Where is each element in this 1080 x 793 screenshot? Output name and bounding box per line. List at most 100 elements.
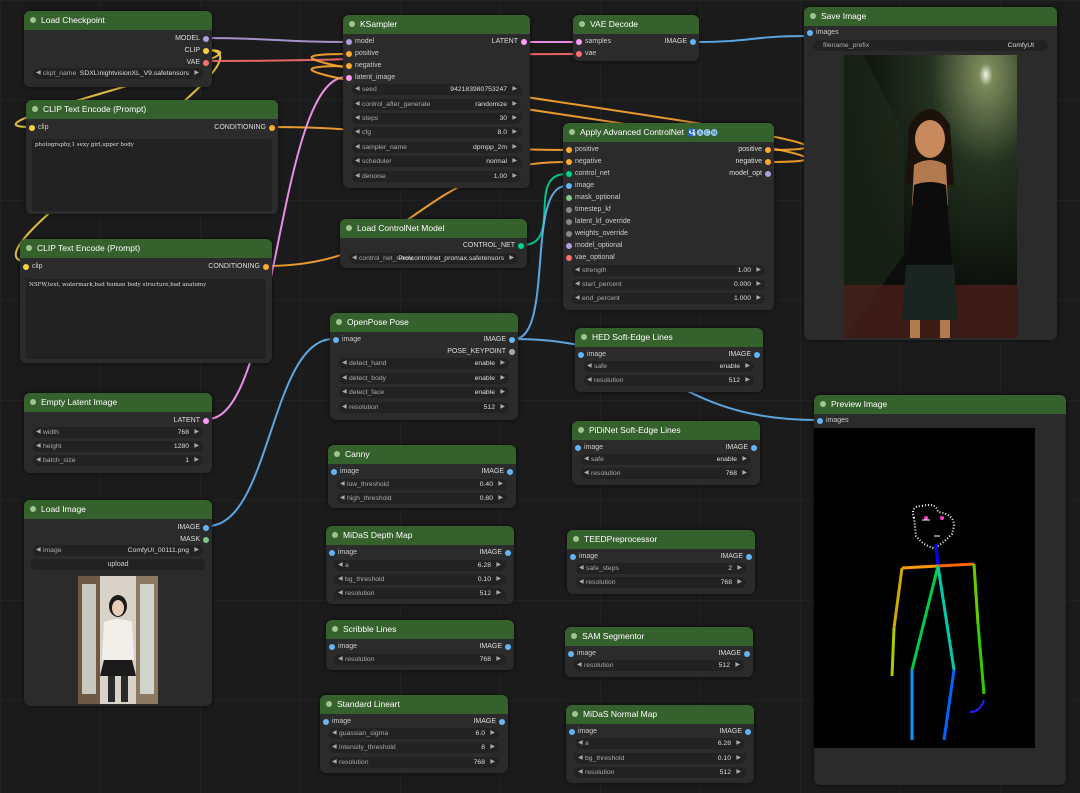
detect-face-widget[interactable]: ◀ detect_face enable ▶ [339,387,509,398]
arrow-right-icon[interactable]: ▶ [496,560,501,571]
arrow-right-icon[interactable]: ▶ [512,142,517,153]
arrow-right-icon[interactable]: ▶ [490,742,495,753]
upload-button[interactable]: upload [31,559,205,570]
low-threshold-widget[interactable]: ◀ low_threshold 0.40 ▶ [337,479,507,490]
input-socket-image[interactable] [331,469,337,475]
arrow-right-icon[interactable]: ▶ [490,728,495,739]
resolution-widget[interactable]: ◀ resolution 768 ▶ [581,468,751,479]
collapse-dot[interactable] [26,245,32,251]
arrow-left-icon[interactable]: ◀ [575,293,580,304]
node-openpose-pose[interactable]: OpenPose Pose image IMAGE POSE_KEYPOINT ◀… [330,313,518,420]
arrow-right-icon[interactable]: ▶ [512,127,517,138]
arrow-right-icon[interactable]: ▶ [736,738,741,749]
arrow-left-icon[interactable]: ◀ [340,493,345,504]
arrow-left-icon[interactable]: ◀ [342,387,347,398]
collapse-dot[interactable] [572,711,578,717]
node-teed-preprocessor[interactable]: TEEDPreprocessor image IMAGE ◀ safe_steps 2… [567,530,755,594]
node-title[interactable]: Scribble Lines [326,620,514,639]
collapse-dot[interactable] [349,21,355,27]
collapse-dot[interactable] [346,225,352,231]
input-socket-negative[interactable] [566,159,572,165]
node-load-controlnet-model[interactable]: Load ControlNet Model CONTROL_NET ◀ contr… [340,219,527,268]
node-empty-latent-image[interactable]: Empty Latent Image LATENT ◀ width 768 ▶ ◀ he… [24,393,212,473]
arrow-left-icon[interactable]: ◀ [587,375,592,386]
arrow-left-icon[interactable]: ◀ [342,358,347,369]
arrow-left-icon[interactable]: ◀ [578,767,583,778]
sampler-name-widget[interactable]: ◀ sampler_name dpmpp_2m ▶ [352,142,521,153]
collapse-dot[interactable] [334,451,340,457]
output-socket-image[interactable] [507,469,513,475]
arrow-left-icon[interactable]: ◀ [587,361,592,372]
node-title[interactable]: Apply Advanced ControlNet 🛂🅐🅒🅝 [563,123,774,142]
height-widget[interactable]: ◀ height 1280 ▶ [33,441,203,452]
collapse-dot[interactable] [30,17,36,23]
arrow-left-icon[interactable]: ◀ [36,545,41,556]
node-canny[interactable]: Canny image IMAGE ◀ low_threshold 0.40 ▶ ◀ hi… [328,445,516,508]
output-socket-control-net[interactable] [518,243,524,249]
bg-threshold-widget[interactable]: ◀ bg_threshold 0.10 ▶ [335,574,505,585]
arrow-right-icon[interactable]: ▶ [737,563,742,574]
node-vae-decode[interactable]: VAE Decode samples IMAGE vae [573,15,699,61]
arrow-left-icon[interactable]: ◀ [355,156,360,167]
input-socket-samples[interactable] [576,39,582,45]
input-socket-image[interactable] [569,729,575,735]
control-net-name-combo[interactable]: ◀ control_net_name Pro\controlnet_promax.s… [349,253,518,264]
arrow-left-icon[interactable]: ◀ [579,563,584,574]
node-title[interactable]: Canny [328,445,516,464]
node-load-image[interactable]: Load Image IMAGE MASK ◀ image ComfyUI_0011… [24,500,212,706]
width-widget[interactable]: ◀ width 768 ▶ [33,427,203,438]
input-socket-image[interactable] [333,337,339,343]
node-title[interactable]: Load ControlNet Model [340,219,527,238]
resolution-widget[interactable]: ◀ resolution 512 ▶ [575,767,745,778]
end-percent-widget[interactable]: ◀ end_percent 1.000 ▶ [572,293,765,304]
node-title[interactable]: Save Image [804,7,1057,26]
image-combo[interactable]: ◀ image ComfyUI_00111.png ▶ [33,545,203,556]
input-socket-mask-optional[interactable] [566,195,572,201]
resolution-widget[interactable]: ◀ resolution 512 ▶ [584,375,754,386]
arrow-left-icon[interactable]: ◀ [338,654,343,665]
arrow-left-icon[interactable]: ◀ [36,441,41,452]
arrow-left-icon[interactable]: ◀ [355,99,360,110]
node-title[interactable]: SAM Segmentor [565,627,753,646]
node-hed-soft-edge-lines[interactable]: HED Soft-Edge Lines image IMAGE ◀ safe enab… [575,328,763,392]
arrow-right-icon[interactable]: ▶ [194,441,199,452]
node-title[interactable]: Load Image [24,500,212,519]
input-socket-images[interactable] [817,418,823,424]
output-socket-image[interactable] [746,554,752,560]
input-socket-negative[interactable] [346,63,352,69]
node-pidinet-soft-edge-lines[interactable]: PiDiNet Soft-Edge Lines image IMAGE ◀ safe… [572,421,760,485]
arrow-right-icon[interactable]: ▶ [742,454,747,465]
output-socket-negative[interactable] [765,159,771,165]
output-socket-image[interactable] [505,550,511,556]
input-socket-vae-optional[interactable] [566,255,572,261]
arrow-right-icon[interactable]: ▶ [194,427,199,438]
node-midas-normal-map[interactable]: MiDaS Normal Map image IMAGE ◀ a 6.28 ▶ ◀ bg_… [566,705,754,783]
arrow-left-icon[interactable]: ◀ [577,660,582,671]
input-socket-control-net[interactable] [566,171,572,177]
batch-size-widget[interactable]: ◀ batch_size 1 ▶ [33,455,203,466]
node-ksampler[interactable]: KSampler model LATENT positive negative l… [343,15,530,188]
arrow-left-icon[interactable]: ◀ [338,560,343,571]
prompt-textarea[interactable]: NSFW,text, watermark,bad human body stru… [26,279,266,359]
arrow-right-icon[interactable]: ▶ [735,660,740,671]
collapse-dot[interactable] [30,399,36,405]
arrow-left-icon[interactable]: ◀ [340,479,345,490]
arrow-right-icon[interactable]: ▶ [500,373,505,384]
input-socket-model-optional[interactable] [566,243,572,249]
arrow-left-icon[interactable]: ◀ [578,738,583,749]
collapse-dot[interactable] [571,633,577,639]
guassian-sigma-widget[interactable]: ◀ guassian_sigma 6.0 ▶ [329,728,499,739]
output-socket-model-opt[interactable] [765,171,771,177]
prompt-textarea[interactable]: photography,1 sexy girl,upper body [32,139,272,211]
node-title[interactable]: MiDaS Normal Map [566,705,754,724]
cfg-widget[interactable]: ◀ cfg 8.0 ▶ [352,127,521,138]
arrow-right-icon[interactable]: ▶ [756,293,761,304]
arrow-right-icon[interactable]: ▶ [194,545,199,556]
input-socket-latent-kf-override[interactable] [566,219,572,225]
steps-widget[interactable]: ◀ steps 30 ▶ [352,113,521,124]
arrow-left-icon[interactable]: ◀ [36,68,41,79]
denoise-widget[interactable]: ◀ denoise 1.00 ▶ [352,171,521,182]
node-sam-segmentor[interactable]: SAM Segmentor image IMAGE ◀ resolution 512 ▶ [565,627,753,677]
output-socket-image[interactable] [505,644,511,650]
arrow-left-icon[interactable]: ◀ [575,265,580,276]
